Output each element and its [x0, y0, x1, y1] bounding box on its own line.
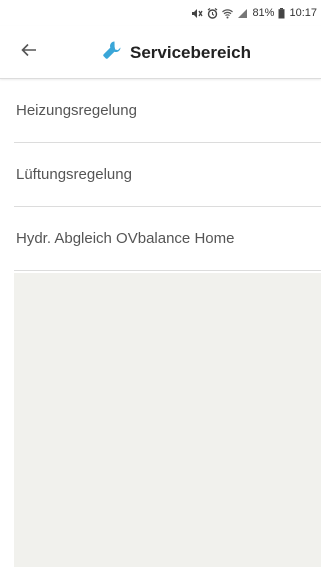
arrow-left-icon: [21, 43, 37, 62]
menu-item-label: Hydr. Abgleich OVbalance Home: [16, 230, 235, 247]
wrench-icon: [102, 40, 122, 65]
empty-content-area: [14, 273, 321, 567]
menu-item-label: Lüftungsregelung: [16, 166, 132, 183]
page-title: Servicebereich: [130, 42, 251, 62]
menu-item-hydraulic-balance[interactable]: Hydr. Abgleich OVbalance Home: [14, 207, 321, 271]
battery-icon: [278, 7, 285, 19]
app-bar: Servicebereich: [0, 26, 321, 79]
service-menu: Heizungsregelung Lüftungsregelung Hydr. …: [14, 79, 321, 271]
status-time: 10:17: [289, 7, 317, 19]
signal-icon: [237, 8, 248, 19]
alarm-icon: [207, 7, 218, 19]
wifi-icon: [222, 8, 234, 19]
menu-item-lueftungsregelung[interactable]: Lüftungsregelung: [14, 143, 321, 207]
menu-item-label: Heizungsregelung: [16, 102, 137, 119]
status-bar: 81% 10:17: [0, 0, 321, 26]
back-button[interactable]: [14, 38, 44, 66]
menu-item-heizungsregelung[interactable]: Heizungsregelung: [14, 79, 321, 143]
mute-icon: [191, 8, 203, 19]
battery-percent: 81%: [252, 7, 275, 19]
title-group: Servicebereich: [102, 40, 251, 65]
